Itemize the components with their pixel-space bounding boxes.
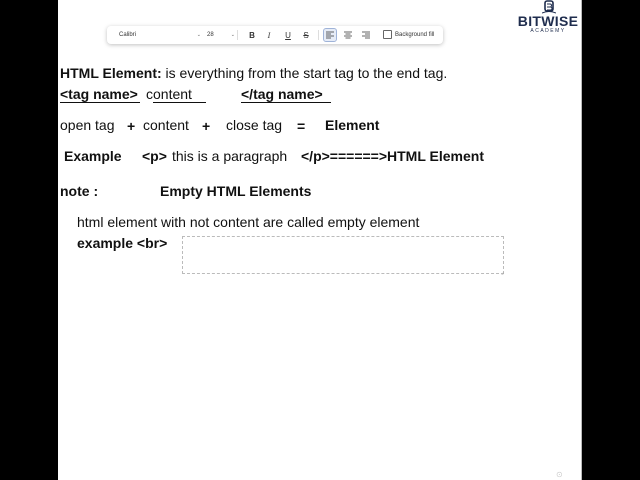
align-left-button[interactable] <box>323 28 337 42</box>
close-tag-text: close tag <box>226 117 283 133</box>
example-label: Example <box>64 148 122 164</box>
logo-name-part1: BIT <box>517 13 542 29</box>
bitwise-academy-logo: BITWISE ACADEMY <box>514 0 582 40</box>
align-right-button[interactable] <box>360 29 372 41</box>
empty-elements-heading: Empty HTML Elements <box>160 183 312 199</box>
align-right-icon <box>362 31 370 39</box>
example-br-text: example <br> <box>77 235 168 251</box>
chevron-down-icon: ⌄ <box>196 32 201 38</box>
font-family-value: Calibri <box>119 32 137 38</box>
logo-mark-icon <box>542 0 556 14</box>
logo-name: BITWISE <box>514 13 582 29</box>
note-label: note : <box>60 183 99 199</box>
resize-handle[interactable]: ⌟ <box>501 269 504 276</box>
underline-rule <box>153 102 206 103</box>
logo-name-part2: WISE <box>541 13 579 29</box>
text-box-selection[interactable] <box>182 236 504 274</box>
definition-line: HTML Element: is everything from the sta… <box>60 65 447 81</box>
underline-button[interactable]: U <box>282 29 294 41</box>
toolbar-divider <box>237 30 238 40</box>
screenshot-icon[interactable]: ⊙ <box>556 470 563 479</box>
p-open-tag: <p> <box>142 148 167 164</box>
tag-name-close: </tag name> <box>241 86 323 102</box>
toolbar-divider <box>318 30 319 40</box>
example-paragraph-text: this is a paragraph <box>172 148 288 164</box>
align-center-button[interactable] <box>342 29 354 41</box>
align-center-icon <box>344 31 352 39</box>
tag-name-open: <tag name> <box>60 86 138 102</box>
underline-rule <box>241 102 331 103</box>
logo-subtitle: ACADEMY <box>530 28 566 34</box>
italic-button[interactable]: I <box>263 29 275 41</box>
bottom-toolbar: ⊙ <box>556 470 563 479</box>
plus-sign: + <box>202 118 211 134</box>
chevron-down-icon: ⌄ <box>230 32 235 38</box>
bold-button[interactable]: B <box>246 29 258 41</box>
format-toolbar: Calibri ⌄ 28 ⌄ B I U S Background fill <box>107 26 443 44</box>
definition-text: is everything from the start tag to the … <box>165 65 448 81</box>
background-fill-checkbox[interactable] <box>383 30 392 39</box>
plus-sign: + <box>127 118 136 134</box>
element-text: Element <box>325 117 380 133</box>
underline-rule <box>60 102 140 103</box>
open-tag-text: open tag <box>60 117 115 133</box>
background-fill-toggle[interactable]: Background fill <box>383 30 434 39</box>
empty-element-description: html element with not content are called… <box>77 214 420 230</box>
font-size-value: 28 <box>207 32 214 38</box>
content-word: content <box>146 86 192 102</box>
scrollbar[interactable] <box>581 0 582 480</box>
p-close-tag: </p>======>HTML Element <box>301 148 484 164</box>
font-family-select[interactable]: Calibri ⌄ <box>115 29 205 41</box>
background-fill-label: Background fill <box>395 31 435 38</box>
content-text: content <box>143 117 189 133</box>
strikethrough-button[interactable]: S <box>300 29 312 41</box>
align-left-icon <box>326 31 334 39</box>
equals-sign: = <box>297 118 306 134</box>
definition-term: HTML Element: <box>60 65 162 81</box>
font-size-select[interactable]: 28 ⌄ <box>203 29 239 41</box>
